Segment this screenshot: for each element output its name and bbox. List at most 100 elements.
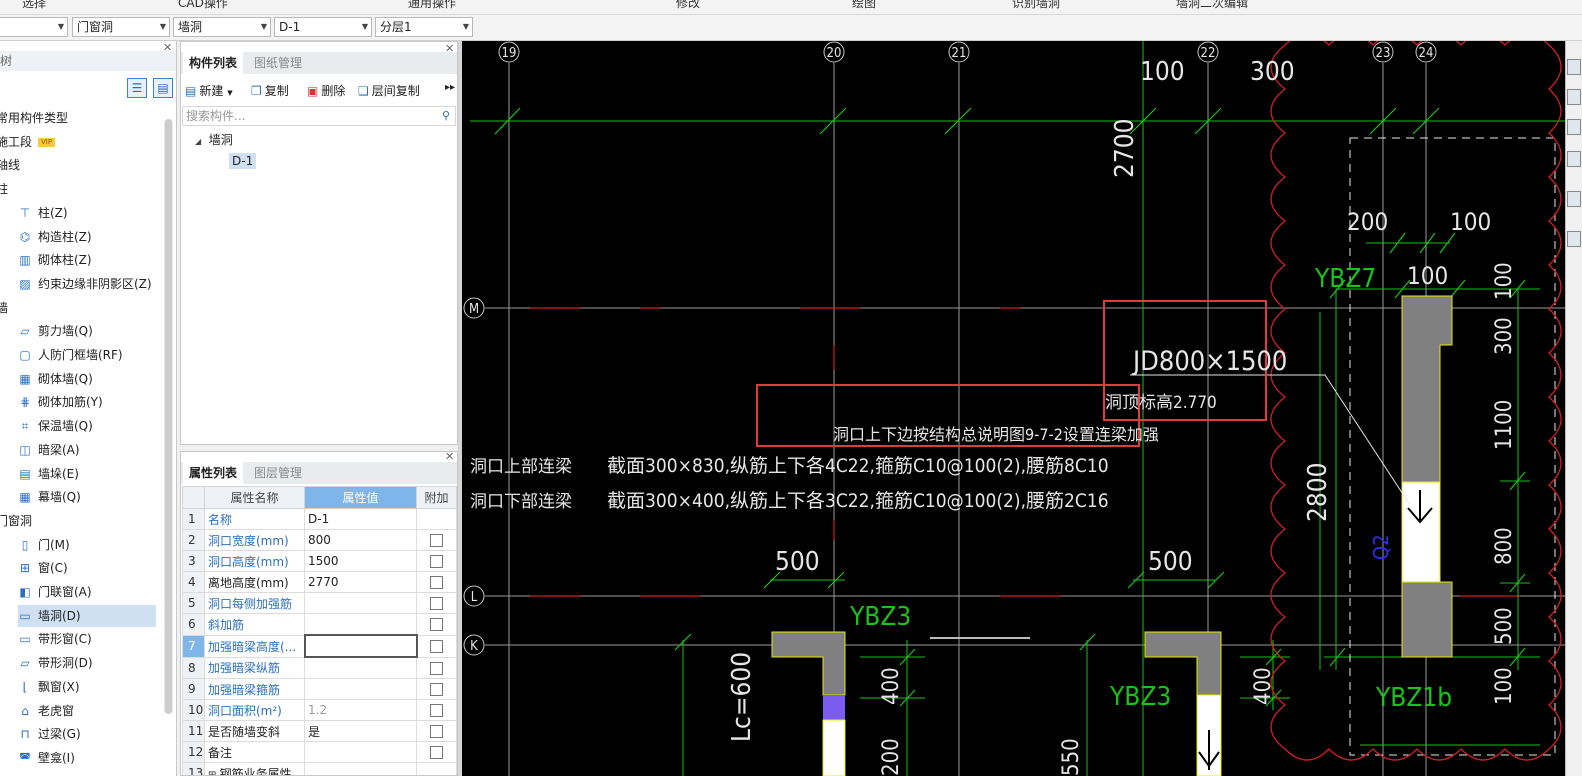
view-tool-icon[interactable] xyxy=(1567,59,1581,75)
scrollbar-thumb[interactable] xyxy=(165,119,172,714)
property-row[interactable]: 11 是否随墙变斜 是 xyxy=(182,720,457,742)
tree-item[interactable]: ⌬ 构造柱(Z) xyxy=(18,226,92,248)
tree-item[interactable]: ◚ 壁龛(I) xyxy=(18,747,75,769)
layer-combo[interactable]: 分层1 ▼ xyxy=(375,17,473,37)
tree-item[interactable]: 墙 xyxy=(0,297,8,319)
property-value[interactable]: 1.2 xyxy=(304,699,417,721)
extra-checkbox[interactable] xyxy=(430,618,443,632)
tree-item[interactable]: ⌊ 飘窗(X) xyxy=(18,676,80,698)
tree-item[interactable]: ◫ 暗梁(A) xyxy=(18,439,79,461)
property-value[interactable] xyxy=(304,762,417,775)
tree-item[interactable]: ▯ 门(M) xyxy=(18,534,70,556)
new-button[interactable]: ▤ 新建 ▼ xyxy=(185,82,233,99)
tab-property-list[interactable]: 属性列表 xyxy=(183,462,244,484)
tab-drawing-management[interactable]: 图纸管理 xyxy=(248,52,308,74)
view-tool-icon[interactable] xyxy=(1567,151,1581,167)
tree-item[interactable]: ⋕ 砌体加筋(Y) xyxy=(18,391,103,413)
ribbon-group-general[interactable]: 通用操作 xyxy=(408,0,456,11)
tree-item[interactable]: 轴线 xyxy=(0,154,20,176)
tree-item[interactable]: ⊤ 柱(Z) xyxy=(18,202,68,224)
tree-item[interactable]: ▦ 幕墙(Q) xyxy=(18,486,80,508)
tree-item[interactable]: ▦ 砌体墙(Q) xyxy=(18,368,92,390)
component-search-input[interactable]: 搜索构件... ⚲ xyxy=(182,106,456,126)
extra-checkbox[interactable] xyxy=(430,746,443,759)
tree-node-d1[interactable]: D-1 xyxy=(229,153,257,169)
ribbon-group-select[interactable]: 选择 xyxy=(22,0,46,11)
property-value[interactable] xyxy=(304,592,417,614)
ribbon-group-identify[interactable]: 识别墙洞 xyxy=(1012,0,1060,11)
property-value[interactable] xyxy=(304,678,417,700)
property-row[interactable]: 12 备注 xyxy=(182,741,457,763)
property-row[interactable]: 8 加强暗梁纵筋 xyxy=(182,656,457,679)
view-tool-icon[interactable] xyxy=(1567,231,1581,247)
property-value[interactable] xyxy=(303,634,418,658)
property-row[interactable]: 13 ⊞ 钢筋业务属性 xyxy=(182,762,457,775)
property-row[interactable]: 10 洞口面积(m²) 1.2 xyxy=(182,699,457,721)
tree-item[interactable]: 柱 xyxy=(0,178,8,200)
property-row[interactable]: 9 加强暗梁箍筋 xyxy=(182,678,457,700)
extra-checkbox[interactable] xyxy=(430,725,443,738)
category-combo[interactable]: 门窗洞 ▼ xyxy=(72,17,170,37)
card-view-icon[interactable]: ▤ xyxy=(153,78,173,98)
extra-checkbox[interactable] xyxy=(430,534,443,547)
collapse-icon[interactable]: ◢ xyxy=(195,137,201,146)
floor-combo[interactable]: ▼ xyxy=(0,17,68,37)
property-value[interactable]: 是 xyxy=(304,720,417,742)
tree-item[interactable]: ⌗ 保温墙(Q) xyxy=(18,415,93,437)
tree-item[interactable]: ▥ 砌体柱(Z) xyxy=(18,249,91,271)
floor-copy-button[interactable]: ❏ 层间复制 xyxy=(358,82,420,99)
property-value[interactable] xyxy=(304,741,417,763)
property-row[interactable]: 4 离地高度(mm) 2770 xyxy=(182,571,457,593)
tree-item[interactable]: ⊞ 窗(C) xyxy=(18,557,68,579)
extra-checkbox[interactable] xyxy=(430,640,444,653)
more-icon[interactable]: ▸▸ xyxy=(445,82,455,93)
tree-item[interactable]: ▱ 剪力墙(Q) xyxy=(18,320,92,342)
list-view-icon[interactable]: ☰ xyxy=(127,78,147,98)
property-row[interactable]: 1 名称 D-1 xyxy=(182,508,457,530)
tree-item[interactable]: ▱ 带形洞(D) xyxy=(18,652,92,674)
tree-item[interactable]: 常用构件类型 xyxy=(0,107,68,129)
tree-item[interactable]: ▤ 墙垛(E) xyxy=(18,463,79,485)
tree-node-wall-opening[interactable]: ◢ 墙洞 xyxy=(195,131,233,148)
tree-item[interactable]: ▭ 墙洞(D) xyxy=(18,604,156,627)
property-row[interactable]: 7 加强暗梁高度(... xyxy=(182,634,457,658)
tab-layer-management[interactable]: 图层管理 xyxy=(248,462,308,484)
extra-checkbox[interactable] xyxy=(430,704,443,717)
type-combo[interactable]: 墙洞 ▼ xyxy=(173,17,271,37)
property-value[interactable]: 800 xyxy=(304,529,417,551)
tree-item[interactable]: ⌂ 老虎窗 xyxy=(18,700,74,722)
extra-checkbox[interactable] xyxy=(430,683,443,696)
ribbon-group-draw[interactable]: 绘图 xyxy=(852,0,876,11)
copy-button[interactable]: ❐ 复制 xyxy=(251,82,289,99)
property-row[interactable]: 5 洞口每侧加强筋 xyxy=(182,592,457,614)
tree-item[interactable]: ▢ 人防门框墙(RF) xyxy=(18,344,122,366)
property-row[interactable]: 3 洞口高度(mm) 1500 xyxy=(182,550,457,572)
ribbon-group-edit[interactable]: 墙洞二次编辑 xyxy=(1176,0,1248,11)
tab-component-list[interactable]: 构件列表 xyxy=(183,52,244,74)
tree-item[interactable]: ▭ 带形窗(C) xyxy=(18,628,91,650)
ribbon-group-modify[interactable]: 修改 xyxy=(676,0,700,11)
property-value[interactable] xyxy=(304,613,417,636)
tree-item[interactable]: ◧ 门联窗(A) xyxy=(18,581,91,603)
component-combo[interactable]: D-1 ▼ xyxy=(274,17,372,37)
property-row[interactable]: 2 洞口宽度(mm) 800 xyxy=(182,529,457,551)
tree-item[interactable]: ⊓ 过梁(G) xyxy=(18,723,80,745)
property-value[interactable] xyxy=(304,656,417,679)
tree-item[interactable]: 施工段 VIP xyxy=(0,131,56,153)
view-tool-icon[interactable] xyxy=(1567,89,1581,105)
tree-item[interactable]: 门窗洞 xyxy=(0,510,32,532)
view-tool-icon[interactable] xyxy=(1567,191,1581,207)
delete-button[interactable]: ▣ 删除 xyxy=(307,82,345,99)
view-tool-icon[interactable] xyxy=(1567,119,1581,135)
property-value[interactable]: D-1 xyxy=(304,508,417,530)
property-value[interactable]: 1500 xyxy=(304,550,417,572)
property-value[interactable]: 2770 xyxy=(304,571,417,593)
extra-checkbox[interactable] xyxy=(430,597,443,610)
cad-drawing-canvas[interactable]: 19 20 21 22 23 24 M L K 100 300 2700 200… xyxy=(462,41,1565,776)
tree-item[interactable]: ▨ 约束边缘非阴影区(Z) xyxy=(18,273,151,295)
extra-checkbox[interactable] xyxy=(430,661,443,675)
tree-scrollbar[interactable] xyxy=(164,119,173,714)
ribbon-group-cad[interactable]: CAD操作 xyxy=(178,0,228,11)
extra-checkbox[interactable] xyxy=(430,555,443,568)
extra-checkbox[interactable] xyxy=(430,576,443,589)
